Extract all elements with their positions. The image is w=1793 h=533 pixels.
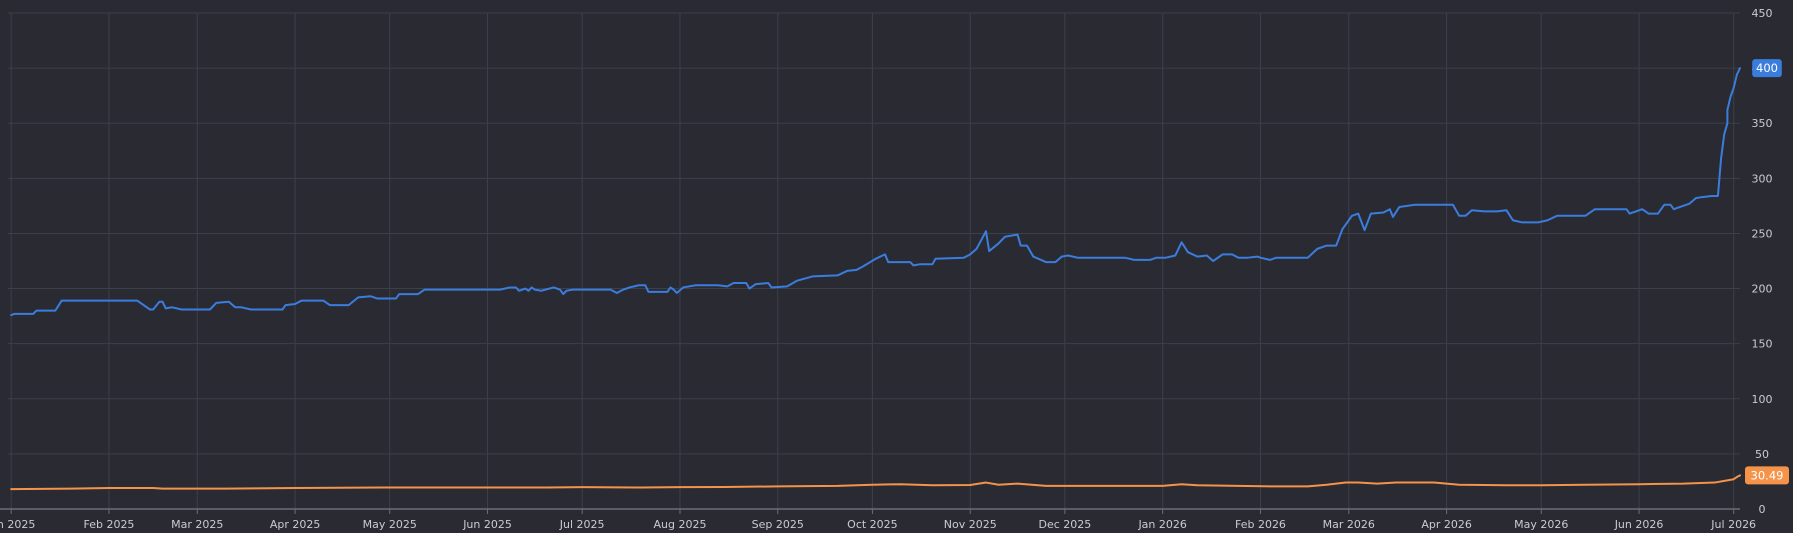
y-tick-label: 0: [1759, 503, 1766, 516]
x-tick-label: Jan 2026: [1137, 518, 1186, 531]
x-tick-label: Mar 2025: [171, 518, 223, 531]
x-tick-label: Dec 2025: [1038, 518, 1091, 531]
x-tick-label: May 2025: [363, 518, 417, 531]
last-value-label: 30.49: [1751, 468, 1784, 482]
y-tick-label: 450: [1752, 7, 1773, 20]
x-tick-label: Aug 2025: [653, 518, 706, 531]
x-tick-label: Jul 2026: [1710, 518, 1756, 531]
x-tick-label: Jul 2025: [559, 518, 605, 531]
x-tick-label: Jan 2025: [0, 518, 35, 531]
x-tick-label: Nov 2025: [944, 518, 997, 531]
x-tick-label: Mar 2026: [1323, 518, 1375, 531]
y-tick-label: 250: [1752, 227, 1773, 240]
y-tick-label: 300: [1752, 172, 1773, 185]
x-tick-label: Jun 2026: [1614, 518, 1664, 531]
x-tick-label: Apr 2025: [270, 518, 321, 531]
x-tick-label: Feb 2026: [1235, 518, 1286, 531]
x-tick-label: May 2026: [1514, 518, 1568, 531]
last-value-label: 400: [1756, 61, 1778, 75]
x-tick-label: Oct 2025: [847, 518, 898, 531]
chart-canvas: 0 50 100 150 200 250 300 350 400 450 Jan 2025 Feb 2…: [0, 7, 1789, 531]
series-line-0: [10, 67, 1741, 317]
y-tick-label: 100: [1752, 393, 1773, 406]
x-tick-label: Apr 2026: [1421, 518, 1472, 531]
y-tick-label: 350: [1752, 117, 1773, 130]
y-tick-label: 200: [1752, 283, 1773, 296]
line-chart: 0 50 100 150 200 250 300 350 400 450 Jan 2025 Feb 2…: [0, 0, 1793, 533]
series-line-1: [10, 474, 1741, 491]
y-tick-label: 150: [1752, 338, 1773, 351]
x-tick-label: Feb 2025: [83, 518, 134, 531]
y-tick-label: 50: [1755, 448, 1769, 461]
x-tick-label: Sep 2025: [752, 518, 804, 531]
x-tick-label: Jun 2025: [462, 518, 512, 531]
